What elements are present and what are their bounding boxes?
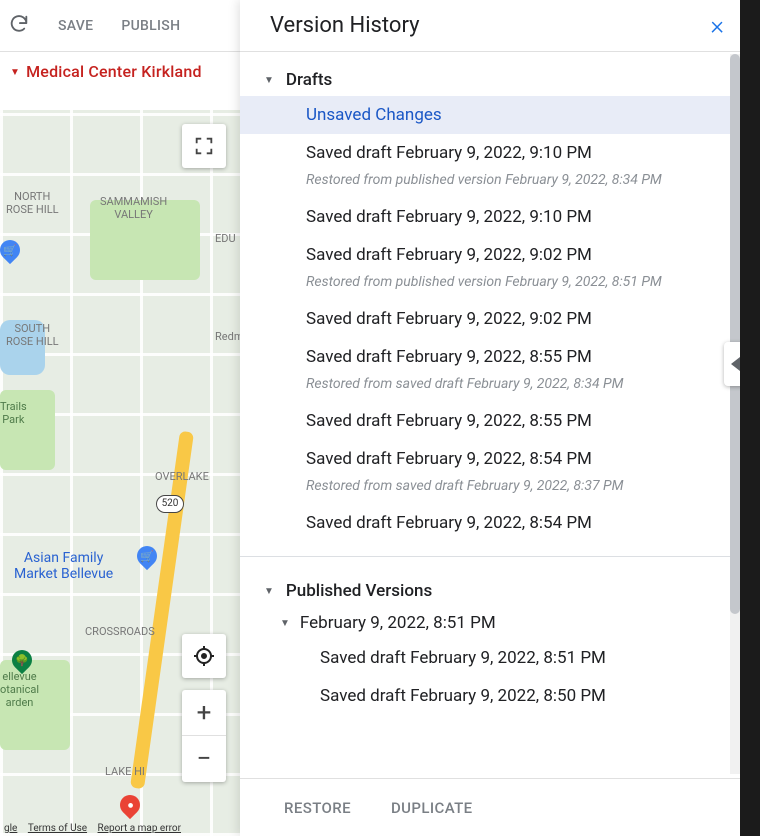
version-row-unsaved[interactable]: Unsaved Changes xyxy=(240,96,740,134)
restore-button[interactable]: RESTORE xyxy=(284,799,351,817)
version-row[interactable]: Saved draft February 9, 2022, 8:55 PM xyxy=(240,338,740,376)
fullscreen-button[interactable] xyxy=(182,124,226,168)
section-label: Published Versions xyxy=(286,581,432,601)
window-frame xyxy=(740,0,760,836)
map-label: Asian Family Market Bellevue xyxy=(14,550,113,582)
version-history-panel: Version History × ▼ Drafts Unsaved Chang… xyxy=(240,0,740,836)
version-note: Restored from saved draft February 9, 20… xyxy=(240,478,740,504)
section-label: Drafts xyxy=(286,70,332,90)
panel-footer: RESTORE DUPLICATE xyxy=(240,778,740,836)
version-note: Restored from published version February… xyxy=(240,274,740,300)
scrollbar-thumb[interactable] xyxy=(730,54,740,614)
duplicate-button[interactable]: DUPLICATE xyxy=(391,799,473,817)
zoom-out-button[interactable]: − xyxy=(182,736,226,782)
map-park xyxy=(0,390,55,470)
zoom-in-button[interactable]: + xyxy=(182,690,226,736)
map-label: NORTH ROSE HILL xyxy=(6,190,59,216)
map-park xyxy=(90,200,200,280)
save-button[interactable]: SAVE xyxy=(58,18,93,34)
chevron-down-icon[interactable]: ▼ xyxy=(264,75,274,86)
publish-button[interactable]: PUBLISH xyxy=(121,18,180,34)
map-terms-link[interactable]: Terms of Use xyxy=(24,823,91,834)
version-row[interactable]: Saved draft February 9, 2022, 8:54 PM xyxy=(240,504,740,542)
section-drafts[interactable]: ▼ Drafts xyxy=(240,64,740,96)
map-pin-icon[interactable]: 🛒 xyxy=(133,542,161,570)
version-row[interactable]: Saved draft February 9, 2022, 8:55 PM xyxy=(240,402,740,440)
version-row[interactable]: Saved draft February 9, 2022, 8:51 PM xyxy=(240,639,740,677)
section-divider xyxy=(240,556,740,557)
map-water xyxy=(0,320,45,375)
map-provider-link[interactable]: gle xyxy=(0,823,21,834)
version-note: Restored from published version February… xyxy=(240,172,740,198)
version-list[interactable]: ▼ Drafts Unsaved Changes Saved draft Feb… xyxy=(240,52,740,778)
panel-title: Version History xyxy=(270,13,420,38)
scrollbar-track[interactable] xyxy=(730,54,740,774)
map-pin-icon[interactable]: ● xyxy=(116,791,144,819)
zoom-control: + − xyxy=(182,690,226,782)
hwy-shield: 520 xyxy=(156,495,184,513)
map-canvas[interactable]: 520 NORTH ROSE HILL SAMMAMISH VALLEY EDU… xyxy=(0,110,240,836)
map-attribution: gle Terms of Use Report a map error xyxy=(0,823,185,834)
panel-header: Version History × xyxy=(240,0,740,52)
close-icon[interactable]: × xyxy=(710,13,724,39)
map-label: Redm xyxy=(215,330,240,343)
locate-button[interactable] xyxy=(182,634,226,678)
map-pin-icon[interactable]: 🛒 xyxy=(0,236,24,264)
chevron-down-icon[interactable]: ▼ xyxy=(264,586,274,597)
published-version-group[interactable]: ▼ February 9, 2022, 8:51 PM xyxy=(240,607,740,639)
version-row[interactable]: Saved draft February 9, 2022, 9:10 PM xyxy=(240,134,740,172)
map-park xyxy=(0,660,70,750)
version-note: Restored from saved draft February 9, 20… xyxy=(240,376,740,402)
map-label: EDU xyxy=(215,232,236,245)
map-report-link[interactable]: Report a map error xyxy=(94,823,185,834)
version-row[interactable]: Saved draft February 9, 2022, 8:50 PM xyxy=(240,677,740,715)
published-date: February 9, 2022, 8:51 PM xyxy=(300,613,496,633)
version-row[interactable]: Saved draft February 9, 2022, 9:02 PM xyxy=(240,236,740,274)
version-row[interactable]: Saved draft February 9, 2022, 9:10 PM xyxy=(240,198,740,236)
version-row[interactable]: Saved draft February 9, 2022, 9:02 PM xyxy=(240,300,740,338)
map-label: CROSSROADS xyxy=(85,625,155,638)
redo-icon[interactable] xyxy=(8,13,30,39)
section-published[interactable]: ▼ Published Versions xyxy=(240,575,740,607)
version-row[interactable]: Saved draft February 9, 2022, 8:54 PM xyxy=(240,440,740,478)
chevron-down-icon[interactable]: ▼ xyxy=(280,618,290,629)
